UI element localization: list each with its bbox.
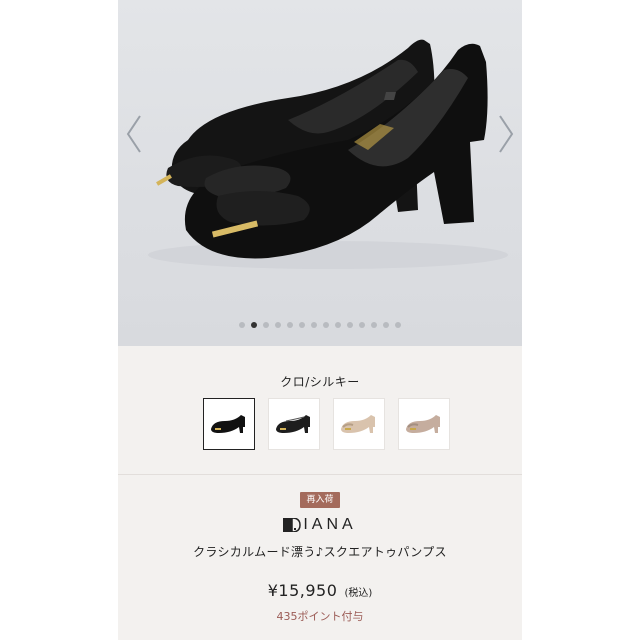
black-leather-pump-icon bbox=[276, 415, 310, 433]
carousel-dot[interactable] bbox=[299, 322, 305, 328]
tax-label: (税込) bbox=[344, 588, 373, 599]
reward-points: 435ポイント付与 bbox=[276, 610, 364, 623]
price-row: ¥15,950 (税込) bbox=[118, 581, 522, 600]
brand-name: IANA bbox=[303, 516, 357, 533]
product-info-panel: クロ/シルキー 再入荷 IANA クラシカルムード漂う♪スクエアトゥパンプス ¥… bbox=[118, 346, 522, 640]
chevron-right-icon[interactable] bbox=[494, 112, 518, 156]
carousel-dot[interactable] bbox=[263, 322, 269, 328]
carousel-dot[interactable] bbox=[383, 322, 389, 328]
greige-pump-icon bbox=[406, 415, 440, 433]
beige-pump-icon bbox=[341, 415, 375, 433]
chevron-left-icon[interactable] bbox=[122, 112, 146, 156]
carousel-dot[interactable] bbox=[287, 322, 293, 328]
product-price: ¥15,950 bbox=[267, 581, 338, 600]
color-swatches bbox=[203, 398, 450, 450]
swatch-black-leather[interactable] bbox=[268, 398, 320, 450]
product-title: クラシカルムード漂う♪スクエアトゥパンプス bbox=[193, 545, 447, 559]
carousel-dot[interactable] bbox=[347, 322, 353, 328]
carousel-dot[interactable] bbox=[335, 322, 341, 328]
product-photo bbox=[148, 39, 508, 269]
swatch-greige[interactable] bbox=[398, 398, 450, 450]
carousel-dot[interactable] bbox=[371, 322, 377, 328]
selected-color-label: クロ/シルキー bbox=[280, 375, 360, 389]
product-page: クロ/シルキー 再入荷 IANA クラシカルムード漂う♪スクエアトゥパンプス ¥… bbox=[0, 0, 640, 640]
swatch-black-suede[interactable] bbox=[203, 398, 255, 450]
product-image-gallery[interactable] bbox=[118, 0, 522, 346]
restock-badge: 再入荷 bbox=[300, 492, 340, 508]
carousel-dot[interactable] bbox=[239, 322, 245, 328]
carousel-dot[interactable] bbox=[275, 322, 281, 328]
divider bbox=[118, 474, 522, 475]
carousel-dot-active[interactable] bbox=[251, 322, 257, 328]
black-suede-pump-icon bbox=[211, 415, 245, 433]
carousel-dot[interactable] bbox=[359, 322, 365, 328]
brand-logo[interactable]: IANA bbox=[118, 514, 522, 536]
brand-mark-icon bbox=[283, 518, 302, 532]
swatch-beige[interactable] bbox=[333, 398, 385, 450]
carousel-dot[interactable] bbox=[311, 322, 317, 328]
carousel-dot[interactable] bbox=[395, 322, 401, 328]
carousel-dots bbox=[118, 322, 522, 330]
carousel-dot[interactable] bbox=[323, 322, 329, 328]
